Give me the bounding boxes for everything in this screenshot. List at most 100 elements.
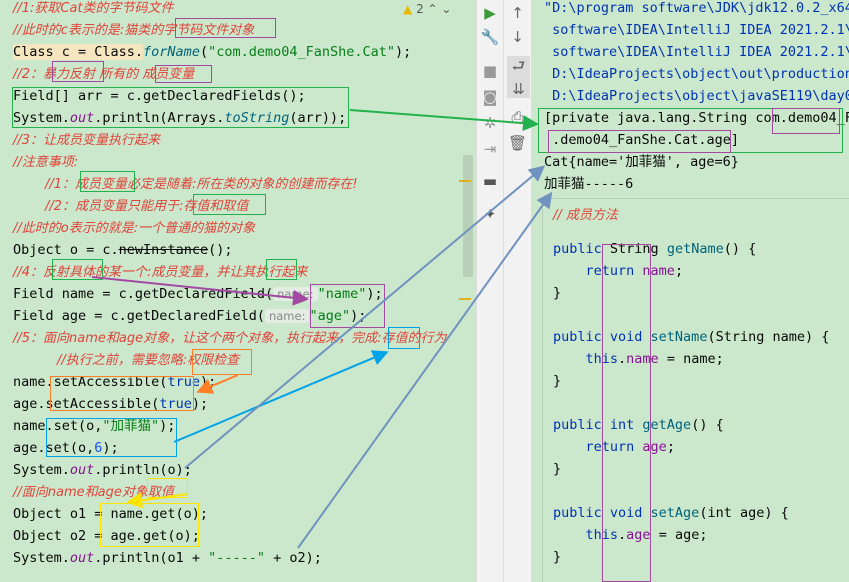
code-line[interactable]: //此时的o表示的就是:一个普通的猫的对象 bbox=[13, 217, 255, 239]
code-line[interactable]: Field[] arr = c.getDeclaredFields(); bbox=[13, 85, 306, 107]
code-token: name bbox=[626, 351, 659, 367]
popup-code-line: this.name = name; bbox=[553, 348, 724, 370]
code-token: name bbox=[642, 263, 675, 279]
run-toolbar: ▶ 🔧 ■ ◙ ✲ ⇥ ▬ ✦ bbox=[476, 0, 503, 582]
code-line[interactable]: Field age = c.getDeclaredField(name: "age… bbox=[13, 305, 366, 327]
code-line[interactable]: age.setAccessible(true); bbox=[13, 393, 208, 415]
stop-icon[interactable]: ■ bbox=[477, 62, 503, 80]
code-token: System. bbox=[13, 462, 70, 478]
code-line[interactable]: Object o1 = name.get(o); bbox=[13, 503, 208, 525]
code-line[interactable]: name.setAccessible(true); bbox=[13, 371, 216, 393]
code-text: Field[] arr = c.getDeclaredFields(); bbox=[13, 88, 306, 104]
code-line[interactable]: //2：暴力反射 所有的 成员变量 bbox=[13, 63, 194, 85]
chevron-down-icon[interactable]: ⌄ bbox=[441, 2, 451, 16]
warning-icon: ▲ bbox=[403, 2, 413, 16]
code-token: = name; bbox=[658, 351, 724, 367]
code-line[interactable]: //1:获取Cat类的字节码文件 bbox=[13, 0, 174, 19]
code-token: out bbox=[69, 462, 95, 478]
code-token: } bbox=[553, 285, 562, 301]
settings-icon[interactable]: ✲ bbox=[477, 114, 503, 132]
popup-comment: // 成员方法 bbox=[553, 208, 618, 223]
code-token: (String name) { bbox=[707, 329, 830, 345]
warning-marker[interactable] bbox=[459, 298, 471, 300]
code-token: Field name = c.getDeclaredField( bbox=[13, 286, 274, 302]
code-token: name.setAccessible( bbox=[13, 374, 168, 390]
code-token: Class c = Class. bbox=[13, 44, 144, 60]
code-token: public void bbox=[553, 505, 651, 521]
soft-wrap-icon[interactable]: ⮐ bbox=[507, 56, 530, 81]
chevron-up-icon[interactable]: ⌃ bbox=[428, 2, 438, 16]
code-token: public void bbox=[553, 329, 651, 345]
editor-scrollbar[interactable] bbox=[463, 155, 473, 277]
code-line[interactable]: Object o2 = age.get(o); bbox=[13, 525, 200, 547]
camera-icon[interactable]: ◙ bbox=[477, 88, 503, 106]
trash-icon[interactable]: 🗑 bbox=[504, 134, 531, 152]
popup-code-line: } bbox=[553, 546, 561, 568]
code-comment: //1：成员变量必定是随着:所在类的对象的创建而存在! bbox=[45, 177, 358, 192]
warning-indicator[interactable]: ▲ 2 ⌃ ⌄ bbox=[403, 2, 451, 16]
code-line[interactable]: System.out.println(o); bbox=[13, 459, 192, 481]
code-token: ( bbox=[199, 44, 209, 60]
code-token: age bbox=[642, 439, 667, 455]
code-line[interactable]: //1：成员变量必定是随着:所在类的对象的创建而存在! bbox=[45, 173, 358, 195]
code-line[interactable]: //2：成员变量只能用于:存值和取值 bbox=[45, 195, 248, 217]
code-line[interactable]: System.out.println(o1 + "-----" + o2); bbox=[13, 547, 322, 569]
console-line: .demo04_FanShe.Cat.age] bbox=[544, 132, 740, 148]
code-token: "name" bbox=[317, 286, 367, 302]
code-editor[interactable]: //1:获取Cat类的字节码文件 //此时的c表示的是:猫类的字节码文件对象 Cla… bbox=[0, 0, 476, 582]
pin-icon[interactable]: ✦ bbox=[477, 205, 503, 223]
code-line[interactable]: Field name = c.getDeclaredField(name: "na… bbox=[13, 283, 383, 305]
code-line[interactable]: //注意事项: bbox=[13, 151, 78, 173]
code-line[interactable]: name.set(o,"加菲猫"); bbox=[13, 415, 175, 437]
code-token: true bbox=[167, 374, 200, 390]
layout-icon[interactable]: ▬ bbox=[477, 172, 503, 190]
down-arrow-icon[interactable]: ↓ bbox=[504, 28, 531, 46]
code-comment: //1:获取Cat类的字节码文件 bbox=[13, 1, 174, 16]
code-line[interactable]: //执行之前，需要忽略:权限检查 bbox=[57, 349, 239, 371]
code-token: public int bbox=[553, 417, 643, 433]
code-token: name.set(o, bbox=[13, 418, 103, 434]
code-line[interactable]: System.out.println(Arrays.toString(arr))… bbox=[13, 107, 346, 129]
run-icon[interactable]: ▶ bbox=[477, 4, 503, 22]
code-comment: //5：面向name和age对象，让这个两个对象，执行起来，完成:存值的行为 bbox=[13, 331, 447, 346]
code-line[interactable]: //面向name和age对象取值 bbox=[13, 481, 174, 503]
code-token: "age" bbox=[309, 308, 351, 324]
code-token: System. bbox=[13, 550, 70, 566]
print-icon[interactable]: ⎙ bbox=[504, 108, 531, 126]
code-line[interactable]: age.set(o,6); bbox=[13, 437, 119, 459]
code-token: Object o = c. bbox=[13, 242, 119, 258]
code-line[interactable]: //3：让成员变量执行起来 bbox=[13, 129, 160, 151]
code-token: String bbox=[609, 241, 667, 257]
code-token: () { bbox=[723, 241, 757, 257]
code-token: this bbox=[585, 351, 619, 367]
code-line[interactable]: //4：反射具体的某一个:成员变量，并让其执行起来 bbox=[13, 261, 307, 283]
scroll-to-end-icon[interactable]: ⇊ bbox=[507, 80, 530, 98]
code-token: } bbox=[553, 461, 562, 477]
code-comment: //2：暴力反射 所有的 成员变量 bbox=[13, 67, 195, 82]
popup-code-line: } bbox=[553, 458, 561, 480]
login-icon[interactable]: ⇥ bbox=[477, 140, 503, 158]
code-line[interactable]: //此时的c表示的是:猫类的字节码文件对象 bbox=[13, 19, 254, 41]
console-line: "D:\program software\JDK\jdk12.0.2_x64 bbox=[544, 0, 849, 16]
code-token: setName bbox=[650, 329, 708, 345]
code-token: ; bbox=[666, 439, 675, 455]
code-line[interactable]: Object o = c.newInstance(); bbox=[13, 239, 232, 261]
code-token: toString bbox=[224, 110, 290, 126]
warning-marker[interactable] bbox=[459, 180, 471, 182]
popup-code-line: this.age = age; bbox=[553, 524, 708, 546]
code-token: . bbox=[618, 527, 627, 543]
code-line[interactable]: //5：面向name和age对象，让这个两个对象，执行起来，完成:存值的行为 bbox=[13, 327, 447, 349]
up-arrow-icon[interactable]: ↑ bbox=[504, 4, 531, 22]
code-token: true bbox=[159, 396, 192, 412]
code-comment: //此时的o表示的就是:一个普通的猫的对象 bbox=[13, 221, 256, 236]
code-token: out bbox=[69, 110, 95, 126]
code-token: age.setAccessible( bbox=[13, 396, 160, 412]
code-token: return bbox=[585, 263, 643, 279]
wrench-icon[interactable]: 🔧 bbox=[477, 28, 503, 46]
code-token: .println(Arrays. bbox=[94, 110, 225, 126]
code-token: ; bbox=[674, 263, 684, 279]
code-comment: //执行之前，需要忽略:权限检查 bbox=[57, 353, 240, 368]
code-line[interactable]: Class c = Class.forName("com.demo04_FanS… bbox=[13, 41, 411, 63]
code-token: setAge bbox=[650, 505, 700, 521]
